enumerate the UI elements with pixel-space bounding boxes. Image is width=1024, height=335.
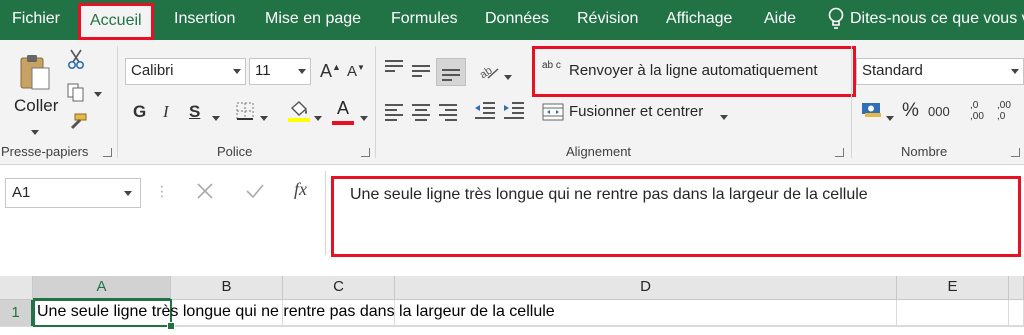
align-bottom-icon: [442, 69, 460, 84]
cell-e1[interactable]: [897, 300, 1009, 326]
column-header-e[interactable]: E: [897, 276, 1009, 300]
align-left-icon[interactable]: [385, 104, 403, 124]
tab-accueil[interactable]: Accueil: [78, 3, 154, 40]
cell-a1-text: Une seule ligne très longue qui ne rentr…: [37, 303, 555, 320]
font-dialog-launcher-icon[interactable]: [361, 148, 370, 157]
tab-revision[interactable]: Révision: [577, 10, 638, 28]
paste-dropdown-chevron-icon[interactable]: [31, 124, 39, 142]
font-name-value: Calibri: [131, 62, 174, 79]
font-color-dropdown-chevron-icon[interactable]: [360, 110, 368, 128]
tab-mise-en-page[interactable]: Mise en page: [265, 10, 361, 28]
name-box-chevron-icon[interactable]: [124, 191, 132, 196]
decrease-indent-icon[interactable]: [474, 100, 496, 125]
align-center-icon[interactable]: [412, 104, 430, 124]
cell-f1[interactable]: [1009, 300, 1024, 326]
group-divider: [117, 46, 118, 158]
orientation-dropdown-chevron-icon[interactable]: [504, 69, 512, 87]
wrap-text-label: Renvoyer à la ligne automatiquement: [569, 62, 818, 79]
tab-fichier[interactable]: Fichier: [12, 10, 60, 28]
font-size-dropdown[interactable]: 11: [249, 58, 311, 85]
align-middle-icon[interactable]: [412, 65, 430, 80]
comma-style-button[interactable]: 000: [928, 105, 950, 118]
tab-formules[interactable]: Formules: [391, 10, 458, 28]
ribbon-tab-bar: Fichier Accueil Insertion Mise en page F…: [0, 0, 1024, 40]
align-bottom-button[interactable]: [436, 58, 466, 86]
number-dialog-launcher-icon[interactable]: [1011, 148, 1020, 157]
font-size-value: 11: [255, 62, 271, 79]
svg-text:ab: ab: [478, 65, 495, 81]
number-format-dropdown[interactable]: Standard: [856, 58, 1024, 85]
column-header-b[interactable]: B: [171, 276, 283, 300]
fill-color-dropdown-chevron-icon[interactable]: [314, 110, 322, 128]
underline-button[interactable]: S: [189, 103, 200, 120]
column-header-f[interactable]: [1009, 276, 1024, 300]
align-top-icon[interactable]: [385, 60, 403, 75]
cut-icon[interactable]: [66, 48, 86, 75]
font-group-label: Police: [217, 144, 253, 159]
increase-decimal-button[interactable]: ,0 ,00: [970, 100, 990, 122]
tab-donnees[interactable]: Données: [485, 10, 549, 28]
copy-dropdown-chevron-icon[interactable]: [94, 86, 102, 104]
italic-button[interactable]: I: [163, 103, 169, 120]
shrink-font-button[interactable]: A▼: [347, 64, 365, 80]
bold-button[interactable]: G: [133, 103, 146, 120]
alignment-dialog-launcher-icon[interactable]: [835, 148, 844, 157]
clipboard-dialog-launcher-icon[interactable]: [103, 148, 112, 157]
font-name-dropdown[interactable]: Calibri: [125, 58, 246, 85]
borders-icon[interactable]: [236, 102, 254, 125]
vertical-dots-icon: ⋮: [155, 183, 169, 199]
font-color-swatch: [332, 121, 354, 125]
column-header-c[interactable]: C: [283, 276, 395, 300]
cancel-icon[interactable]: [195, 181, 215, 206]
row-header-1[interactable]: 1: [0, 300, 33, 326]
enter-check-icon[interactable]: [244, 181, 266, 206]
alignment-group-label: Alignement: [566, 144, 632, 159]
fill-color-icon[interactable]: [287, 99, 311, 128]
paste-icon[interactable]: [18, 52, 52, 97]
column-header-a[interactable]: A: [33, 276, 171, 300]
align-right-icon[interactable]: [439, 104, 457, 124]
accounting-format-icon[interactable]: [861, 99, 883, 124]
group-divider: [851, 46, 852, 158]
merge-center-label: Fusionner et centrer: [569, 103, 704, 120]
tab-aide[interactable]: Aide: [764, 10, 796, 28]
paste-button-label[interactable]: Coller: [14, 96, 58, 116]
name-box-value: A1: [12, 184, 31, 201]
merge-center-icon: [542, 102, 564, 127]
wrap-text-button[interactable]: ab c Renvoyer à la ligne automatiquement: [542, 60, 846, 86]
increase-indent-icon[interactable]: [503, 100, 525, 125]
column-header-d[interactable]: D: [395, 276, 897, 300]
merge-dropdown-chevron-icon[interactable]: [720, 109, 728, 127]
underline-dropdown-chevron-icon[interactable]: [212, 110, 220, 128]
tab-affichage[interactable]: Affichage: [666, 10, 732, 28]
insert-function-button[interactable]: fx: [294, 179, 307, 200]
select-all-corner[interactable]: [0, 276, 33, 300]
accounting-dropdown-chevron-icon[interactable]: [886, 110, 894, 128]
group-divider: [375, 46, 376, 158]
percent-style-button[interactable]: %: [902, 101, 919, 120]
borders-dropdown-chevron-icon[interactable]: [260, 110, 268, 128]
wrap-text-icon: ab c: [542, 60, 561, 71]
ribbon-home: Coller Presse-papiers Calibri 11 A▲ A▼ G…: [0, 40, 1024, 164]
copy-icon[interactable]: [66, 82, 88, 107]
clipboard-group-label: Presse-papiers: [1, 144, 89, 159]
name-box[interactable]: A1: [5, 178, 141, 208]
decrease-decimal-button[interactable]: ,00 ,0: [997, 100, 1019, 122]
formula-bar-area: A1 ⋮ fx Une seule ligne très longue qui …: [0, 164, 1024, 271]
number-format-value: Standard: [862, 62, 923, 79]
orientation-icon[interactable]: ab: [478, 61, 500, 86]
merge-center-button[interactable]: Fusionner et centrer: [542, 101, 742, 127]
font-color-button[interactable]: A: [332, 98, 354, 125]
fill-handle[interactable]: [167, 322, 175, 330]
tell-me-search[interactable]: Dites-nous ce que vous v: [850, 10, 1024, 28]
number-group-label: Nombre: [901, 144, 948, 159]
grow-font-button[interactable]: A▲: [320, 62, 341, 80]
tab-insertion[interactable]: Insertion: [174, 10, 235, 28]
formula-bar-highlight: [331, 176, 1021, 257]
format-painter-icon[interactable]: [66, 112, 88, 137]
lightbulb-icon: [826, 7, 846, 36]
